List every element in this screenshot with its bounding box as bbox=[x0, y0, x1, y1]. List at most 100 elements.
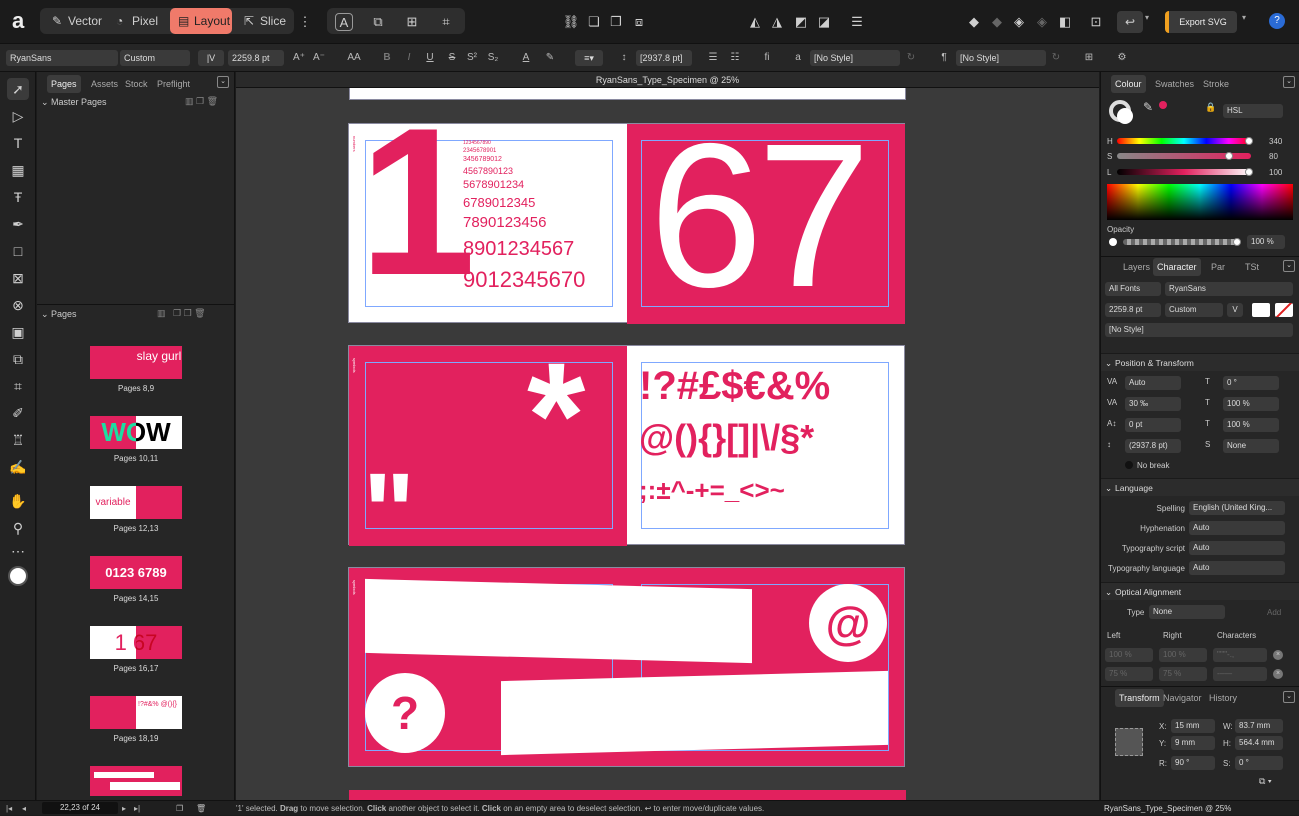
glyph-line-2[interactable]: @(){}[]|\/§* bbox=[639, 412, 814, 464]
add-icon[interactable]: ◆ bbox=[965, 13, 983, 31]
align-icon[interactable]: ☰ bbox=[848, 13, 866, 31]
asterisk-glyph[interactable]: * bbox=[527, 340, 585, 490]
ellipse-frame-tool-icon[interactable]: ⊗ bbox=[7, 294, 29, 316]
y-field[interactable]: 9 mm bbox=[1171, 736, 1215, 750]
tab-stock[interactable]: Stock bbox=[121, 75, 152, 93]
colour-spectrum[interactable] bbox=[1107, 184, 1293, 220]
place-image-tool-icon[interactable]: ▣ bbox=[7, 321, 29, 343]
big-numeral-1[interactable]: 1 bbox=[359, 97, 476, 307]
move-tool-icon[interactable]: ➚ bbox=[7, 78, 29, 100]
superscript-button[interactable]: S² bbox=[465, 49, 479, 67]
font-variations-icon[interactable]: V bbox=[1227, 303, 1243, 317]
fill-swatch-icon[interactable] bbox=[1117, 108, 1133, 124]
white-bar-bottom[interactable] bbox=[501, 670, 888, 756]
vector-crop-tool-icon[interactable]: ⧉ bbox=[7, 348, 29, 370]
flip-horizontal-icon[interactable]: ◭ bbox=[746, 13, 764, 31]
rotate-left-icon[interactable]: ◩ bbox=[792, 13, 810, 31]
text-stroke-swatch[interactable] bbox=[1275, 303, 1293, 317]
color-picker-tool-icon[interactable]: ✍ bbox=[7, 456, 29, 478]
highlight-icon[interactable]: ✎ bbox=[542, 49, 558, 67]
baseline-field[interactable]: 0 pt bbox=[1125, 418, 1181, 432]
tab-colour[interactable]: Colour bbox=[1111, 75, 1146, 93]
leading-icon[interactable]: ↕ bbox=[616, 49, 632, 67]
glyph-line-1[interactable]: !?#£$€&% bbox=[639, 360, 830, 412]
rotate-right-icon[interactable]: ◪ bbox=[815, 13, 833, 31]
shear-field[interactable]: 0 ° bbox=[1235, 756, 1283, 770]
next-page-icon[interactable]: ▸ bbox=[122, 801, 126, 816]
page-thumbnail[interactable]: 1 67 bbox=[90, 626, 182, 659]
lock-icon[interactable]: 🔒 bbox=[1205, 102, 1216, 113]
frame-text-tool-icon[interactable]: T bbox=[7, 132, 29, 154]
export-svg-button[interactable]: Export SVG bbox=[1165, 11, 1237, 33]
optical-chars-field[interactable]: "'""-., bbox=[1213, 648, 1267, 662]
horizontal-scale-field[interactable]: 100 % bbox=[1223, 397, 1279, 411]
arrange-icon[interactable]: ⧈ bbox=[630, 13, 648, 31]
delete-page-icon[interactable]: 🗑 bbox=[196, 801, 206, 816]
decrease-size-icon[interactable]: A⁻ bbox=[310, 49, 328, 67]
x-field[interactable]: 15 mm bbox=[1171, 719, 1215, 733]
lightness-slider[interactable] bbox=[1117, 168, 1253, 176]
spread-pages-22-23[interactable]: symbols * " !?#£$€&% @(){}[]|\/§* ;:±^-+… bbox=[348, 340, 905, 568]
text-frame-options-icon[interactable]: ⊞ bbox=[1082, 49, 1096, 67]
panel-menu-icon[interactable]: ⌄ bbox=[217, 76, 229, 88]
tab-pages[interactable]: Pages bbox=[47, 75, 81, 93]
page-actions-icon[interactable]: ▥ ❐ ❐ 🗑 bbox=[157, 308, 206, 319]
anchor-point-icon[interactable] bbox=[1115, 728, 1143, 756]
font-family-select[interactable]: RyanSans bbox=[1165, 282, 1293, 296]
chevron-down-icon[interactable]: ▾ bbox=[1145, 13, 1149, 22]
node-tool-icon[interactable]: ▷ bbox=[7, 105, 29, 127]
strikethrough-button[interactable]: S bbox=[445, 49, 459, 67]
leading-field[interactable]: [2937.8 pt] bbox=[636, 50, 692, 66]
optical-right-field[interactable]: 75 % bbox=[1159, 667, 1207, 681]
leading-field[interactable]: (2937.8 pt) bbox=[1125, 439, 1181, 453]
font-variations-icon[interactable]: |V bbox=[198, 50, 224, 66]
help-icon[interactable]: ? bbox=[1269, 13, 1285, 29]
shape-tool-icon[interactable]: □ bbox=[7, 240, 29, 262]
optical-left-field[interactable]: 100 % bbox=[1105, 648, 1153, 662]
link-icon[interactable]: ⛓ bbox=[562, 13, 580, 31]
text-frame-icon[interactable]: A bbox=[335, 13, 353, 31]
remove-icon[interactable]: × bbox=[1273, 669, 1283, 679]
page-thumbnail[interactable]: WOW bbox=[90, 416, 182, 449]
tab-text-styles[interactable]: TSt bbox=[1241, 258, 1263, 276]
lightness-value[interactable]: 100 bbox=[1269, 168, 1282, 177]
char-style-icon[interactable]: a bbox=[792, 49, 804, 67]
quote-glyph[interactable]: " bbox=[363, 458, 415, 568]
optical-right-field[interactable]: 100 % bbox=[1159, 648, 1207, 662]
all-caps-button[interactable]: AA bbox=[344, 49, 364, 67]
hue-value[interactable]: 340 bbox=[1269, 137, 1282, 146]
bullet-list-icon[interactable]: ☰ bbox=[706, 49, 720, 67]
tab-assets[interactable]: Assets bbox=[87, 75, 122, 93]
shear-field[interactable]: 0 ° bbox=[1223, 376, 1279, 390]
refresh-style-icon[interactable]: ↻ bbox=[1050, 49, 1062, 67]
boolean-icon[interactable]: ⧉ bbox=[369, 13, 387, 31]
big-numeral-67[interactable]: 67 bbox=[649, 96, 871, 336]
persona-slice-button[interactable]: ⇱ Slice bbox=[236, 8, 290, 34]
text-color-icon[interactable]: A bbox=[518, 49, 534, 67]
divide-icon[interactable]: ◧ bbox=[1056, 13, 1074, 31]
font-size-select[interactable]: 2259.8 pt bbox=[1105, 303, 1161, 317]
optical-chars-field[interactable]: -–— bbox=[1213, 667, 1267, 681]
increase-size-icon[interactable]: A⁺ bbox=[290, 49, 308, 67]
tab-paragraph[interactable]: Par bbox=[1207, 258, 1229, 276]
font-size-field[interactable]: 2259.8 pt bbox=[228, 50, 284, 66]
zoom-tool-icon[interactable]: ⚲ bbox=[7, 517, 29, 539]
persona-vector-button[interactable]: ✎ Vector bbox=[44, 8, 104, 34]
at-circle[interactable]: @ bbox=[809, 584, 887, 662]
numbered-list-icon[interactable]: ☷ bbox=[728, 49, 742, 67]
snap-icon[interactable]: ⌗ bbox=[437, 13, 455, 31]
subtract-icon[interactable]: ◆ bbox=[988, 13, 1006, 31]
fill-tool-icon[interactable]: ✐ bbox=[7, 402, 29, 424]
transform-options-icon[interactable]: ⧉ ▾ bbox=[1259, 776, 1272, 787]
master-page-actions-icon[interactable]: ▥ ❐ 🗑 bbox=[185, 96, 218, 107]
spread-view-icon[interactable]: ❐ bbox=[176, 801, 183, 816]
page-thumbnail[interactable]: !?#&% @(){} bbox=[90, 696, 182, 729]
pen-tool-icon[interactable]: ✒ bbox=[7, 213, 29, 235]
table-tool-icon[interactable]: ▦ bbox=[7, 159, 29, 181]
saturation-value[interactable]: 80 bbox=[1269, 152, 1278, 161]
colour-model-select[interactable]: HSL bbox=[1223, 104, 1283, 118]
persona-pixel-button[interactable]: ◔ Pixel bbox=[108, 8, 166, 34]
arrange-back-icon[interactable]: ❏ bbox=[585, 13, 603, 31]
preview-icon[interactable]: ⊡ bbox=[1087, 13, 1105, 31]
first-page-icon[interactable]: |◂ bbox=[6, 801, 12, 816]
